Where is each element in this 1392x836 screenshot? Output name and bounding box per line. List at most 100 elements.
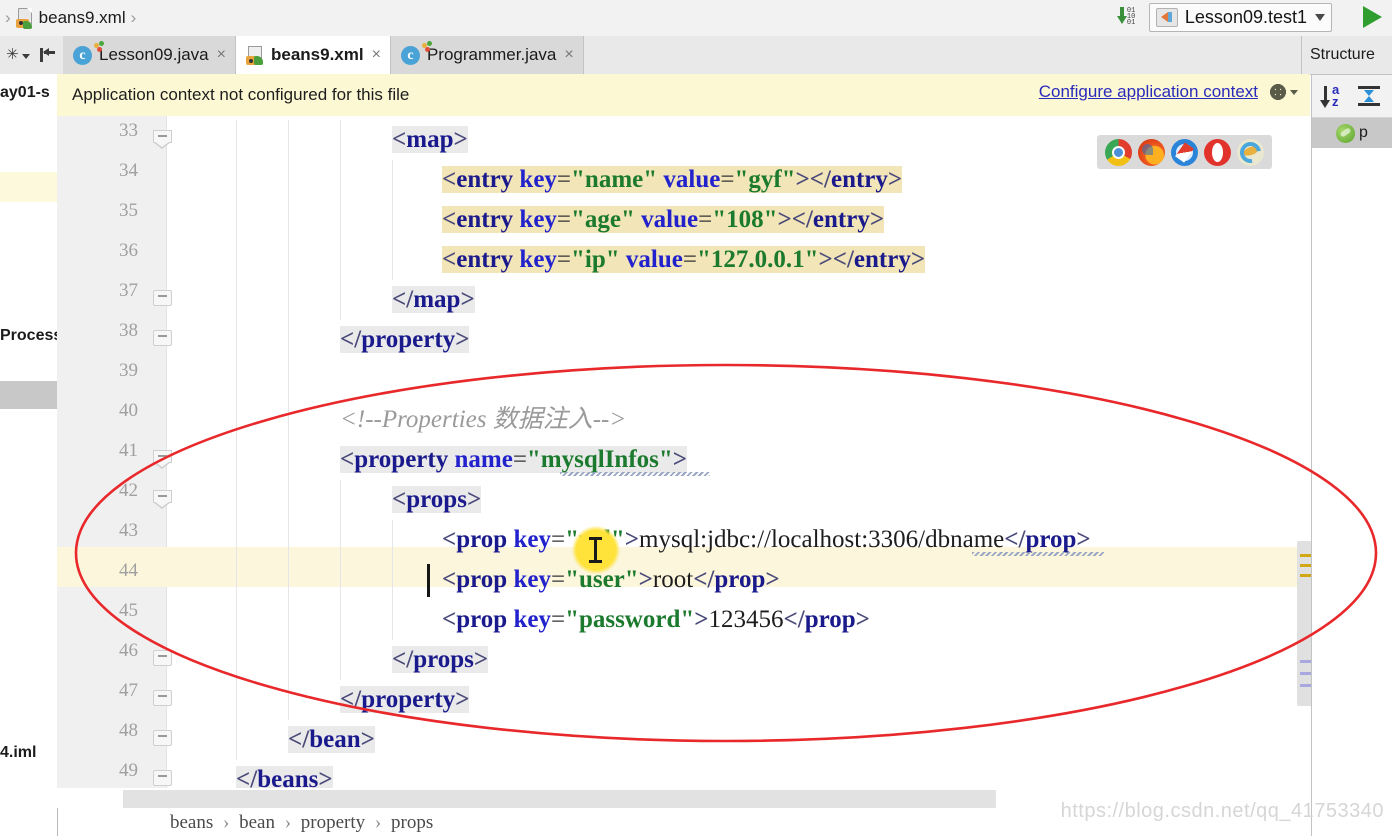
fold-toggle-icon[interactable] bbox=[153, 290, 172, 308]
spellcheck-squiggle bbox=[972, 552, 1104, 556]
tab-programmer-java[interactable]: c Programmer.java × bbox=[390, 36, 584, 74]
run-config-selector[interactable]: Lesson09.test1 bbox=[1148, 3, 1332, 32]
line-number: 43 bbox=[119, 520, 138, 541]
indent-guide bbox=[288, 520, 289, 560]
fold-toggle-icon[interactable] bbox=[153, 770, 172, 788]
project-node-partial-1[interactable]: ay01-s bbox=[0, 84, 50, 102]
indent-guide bbox=[236, 480, 237, 520]
structure-panel-label: Structure bbox=[1310, 46, 1375, 63]
code-line-34[interactable]: <entry key="name" value="gyf"></entry> bbox=[442, 160, 903, 200]
structure-panel[interactable]: az p bbox=[1311, 75, 1392, 836]
fold-toggle-icon[interactable] bbox=[153, 650, 172, 668]
line-number: 39 bbox=[119, 360, 138, 381]
notification-banner: Application context not configured for t… bbox=[57, 74, 1310, 117]
structure-item-label: p bbox=[1359, 124, 1368, 141]
code-editor[interactable]: 33 <map> 34 <entry key="name" value="gyf"><… bbox=[57, 116, 1310, 788]
editor-tab-bar: ✳ c Lesson09.java × beans9.xml × c Progr… bbox=[0, 36, 1392, 75]
breadcrumb-part-props[interactable]: props bbox=[391, 812, 433, 833]
breadcrumb-file-label[interactable]: beans9.xml bbox=[39, 8, 126, 28]
project-tool-window-sliver[interactable]: ay01-s Process 4.iml bbox=[0, 74, 58, 836]
download-binary-icon[interactable]: 01 10 01 bbox=[1115, 6, 1141, 29]
line-number: 42 bbox=[119, 480, 138, 501]
indent-guide bbox=[288, 320, 289, 360]
settings-star-icon[interactable]: ✳ bbox=[6, 46, 30, 64]
breadcrumb-part-property[interactable]: property bbox=[301, 812, 365, 833]
tab-beans9-xml[interactable]: beans9.xml × bbox=[235, 36, 391, 75]
run-configuration-widget: 01 10 01 Lesson09.test1 bbox=[1115, 3, 1332, 32]
project-node-partial-3[interactable]: 4.iml bbox=[0, 744, 36, 762]
breadcrumb-separator: › bbox=[223, 812, 230, 833]
run-config-icon bbox=[1155, 8, 1178, 27]
indent-guide bbox=[288, 600, 289, 640]
indent-guide bbox=[236, 680, 237, 720]
indent-guide bbox=[288, 360, 289, 400]
indent-guide bbox=[236, 240, 237, 280]
indent-guide bbox=[340, 120, 341, 160]
safari-icon[interactable] bbox=[1171, 138, 1198, 166]
tab-tools-group: ✳ bbox=[0, 36, 63, 74]
opera-icon[interactable] bbox=[1204, 138, 1231, 166]
code-line-36[interactable]: <entry key="ip" value="127.0.0.1"></entr… bbox=[442, 240, 926, 280]
fold-toggle-icon[interactable] bbox=[153, 730, 172, 748]
code-line-46[interactable]: </props> bbox=[392, 640, 489, 680]
run-play-icon[interactable] bbox=[1363, 6, 1382, 28]
horizontal-scrollbar[interactable] bbox=[123, 790, 996, 808]
tab-label: Programmer.java bbox=[426, 45, 557, 64]
indent-guide bbox=[288, 160, 289, 200]
code-line-38[interactable]: </property> bbox=[340, 320, 470, 360]
indent-guide bbox=[340, 640, 341, 680]
indent-guide bbox=[236, 200, 237, 240]
fold-toggle-icon[interactable] bbox=[153, 450, 172, 469]
code-line-33[interactable]: <map> bbox=[392, 120, 468, 160]
code-line-48[interactable]: </bean> bbox=[288, 720, 375, 760]
close-icon[interactable]: × bbox=[564, 47, 573, 63]
configure-application-context-link[interactable]: Configure application context bbox=[1039, 82, 1258, 102]
text-ibeam-cursor bbox=[589, 537, 602, 563]
indent-guide bbox=[236, 640, 237, 680]
chrome-icon[interactable] bbox=[1105, 138, 1132, 166]
code-line-42[interactable]: <props> bbox=[392, 480, 482, 520]
code-line-47[interactable]: </property> bbox=[340, 680, 470, 720]
project-node-partial-2[interactable]: Process bbox=[0, 327, 57, 345]
browser-launch-toolbar[interactable] bbox=[1097, 135, 1272, 169]
close-icon[interactable]: × bbox=[372, 47, 381, 63]
gear-icon[interactable] bbox=[1270, 84, 1286, 100]
structure-panel-header[interactable]: Structure bbox=[1301, 36, 1392, 74]
indent-guide bbox=[288, 200, 289, 240]
code-line-49[interactable]: </beans> bbox=[236, 760, 333, 788]
firefox-icon[interactable] bbox=[1138, 138, 1165, 166]
sliver-highlight-band bbox=[0, 172, 57, 202]
indent-guide bbox=[236, 160, 237, 200]
indent-guide bbox=[288, 480, 289, 520]
sort-alphabetically-icon[interactable]: az bbox=[1320, 82, 1348, 109]
line-number: 33 bbox=[119, 120, 138, 141]
line-number: 35 bbox=[119, 200, 138, 221]
fold-toggle-icon[interactable] bbox=[153, 130, 172, 149]
code-line-45[interactable]: <prop key="password">123456</prop> bbox=[442, 600, 870, 640]
line-number: 40 bbox=[119, 400, 138, 421]
fold-toggle-icon[interactable] bbox=[153, 690, 172, 708]
indent-guide bbox=[340, 200, 341, 240]
java-class-icon: c bbox=[400, 40, 432, 65]
code-line-35[interactable]: <entry key="age" value="108"></entry> bbox=[442, 200, 885, 240]
fold-toggle-icon[interactable] bbox=[153, 330, 172, 348]
line-number: 45 bbox=[119, 600, 138, 621]
indent-guide bbox=[236, 400, 237, 440]
internet-explorer-icon[interactable] bbox=[1237, 138, 1264, 166]
code-line-37[interactable]: </map> bbox=[392, 280, 475, 320]
fold-toggle-icon[interactable] bbox=[153, 490, 172, 509]
sliver-selected-row bbox=[0, 381, 57, 409]
chevron-down-icon[interactable] bbox=[1315, 14, 1325, 21]
scroll-to-source-icon[interactable] bbox=[39, 46, 57, 64]
close-icon[interactable]: × bbox=[217, 47, 226, 63]
breadcrumb-part-bean[interactable]: bean bbox=[239, 812, 275, 833]
line-number: 38 bbox=[119, 320, 138, 341]
banner-message: Application context not configured for t… bbox=[72, 85, 410, 104]
indent-guide bbox=[340, 280, 341, 320]
tab-lesson09-java[interactable]: c Lesson09.java × bbox=[63, 36, 236, 74]
breadcrumb-part-beans[interactable]: beans bbox=[170, 812, 213, 833]
collapse-all-icon[interactable] bbox=[1358, 83, 1382, 109]
code-line-40[interactable]: <!--Properties 数据注入--> bbox=[340, 400, 626, 440]
chevron-down-icon[interactable] bbox=[1290, 89, 1298, 95]
structure-item[interactable]: p bbox=[1312, 118, 1392, 148]
